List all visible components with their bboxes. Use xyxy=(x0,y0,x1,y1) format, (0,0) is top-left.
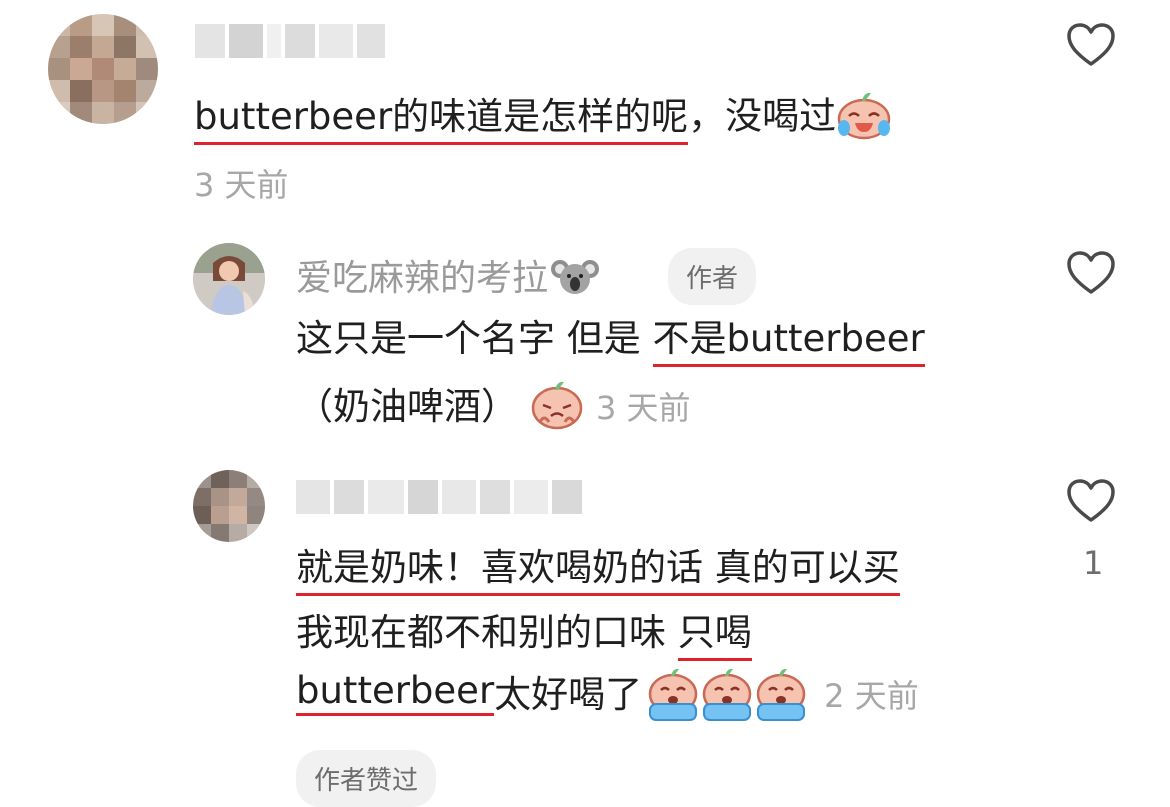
like-heart-icon[interactable] xyxy=(1066,22,1116,68)
koala-icon xyxy=(550,255,600,306)
comment-3-highlight-3: butterbeer xyxy=(296,672,495,716)
avatar-author[interactable] xyxy=(193,243,265,315)
username-commenter-1[interactable] xyxy=(195,24,385,58)
comment-3-highlight-1: 就是奶味！喜欢喝奶的话 真的可以买 xyxy=(296,546,900,596)
comment-1-text: butterbeer的味道是怎样的呢，没喝过 xyxy=(194,90,892,146)
comment-1-timestamp: 3 天前 xyxy=(194,166,289,204)
avatar-commenter-3[interactable] xyxy=(193,470,265,542)
comment-2-line-1: 这只是一个名字 但是 不是butterbeer xyxy=(296,317,925,367)
comment-2-text-plain: 这只是一个名字 但是 xyxy=(296,317,653,360)
comment-3-line-3: butterbeer 太好喝了 2 天前 xyxy=(296,666,919,722)
comment-3-line-1: 就是奶味！喜欢喝奶的话 真的可以买 xyxy=(296,546,900,596)
like-heart-icon[interactable] xyxy=(1066,250,1116,296)
comment-3-text-end: 太好喝了 xyxy=(494,672,643,716)
pleading-emoji-icon xyxy=(530,378,584,434)
crying-laugh-emoji-icon xyxy=(836,90,892,146)
comment-3-timestamp: 2 天前 xyxy=(824,677,919,715)
author-liked-badge: 作者赞过 xyxy=(296,750,437,807)
comment-2-line-2: （奶油啤酒） 3 天前 xyxy=(296,378,691,434)
like-heart-icon[interactable] xyxy=(1066,478,1116,524)
comment-1-text-rest: ，没喝过 xyxy=(688,94,837,138)
author-username[interactable]: 爱吃麻辣的考拉 xyxy=(296,249,600,306)
comment-1-highlight: butterbeer的味道是怎样的呢 xyxy=(194,94,689,145)
comment-3-line-2: 我现在都不和别的口味 只喝 xyxy=(296,611,752,661)
comment-2-timestamp: 3 天前 xyxy=(596,389,691,427)
like-count: 1 xyxy=(1083,544,1104,582)
username-commenter-3[interactable] xyxy=(296,480,582,514)
author-username-text: 爱吃麻辣的考拉 xyxy=(296,258,549,299)
author-badge: 作者 xyxy=(668,248,757,305)
comment-2-highlight: 不是butterbeer xyxy=(652,317,925,367)
crying-emoji-icon xyxy=(646,666,808,722)
comment-3-text-plain: 我现在都不和别的口味 xyxy=(296,611,678,654)
avatar-commenter-1[interactable] xyxy=(48,14,158,124)
comment-3-highlight-2: 只喝 xyxy=(677,611,752,661)
comment-2-text-paren: （奶油啤酒） xyxy=(296,384,518,428)
